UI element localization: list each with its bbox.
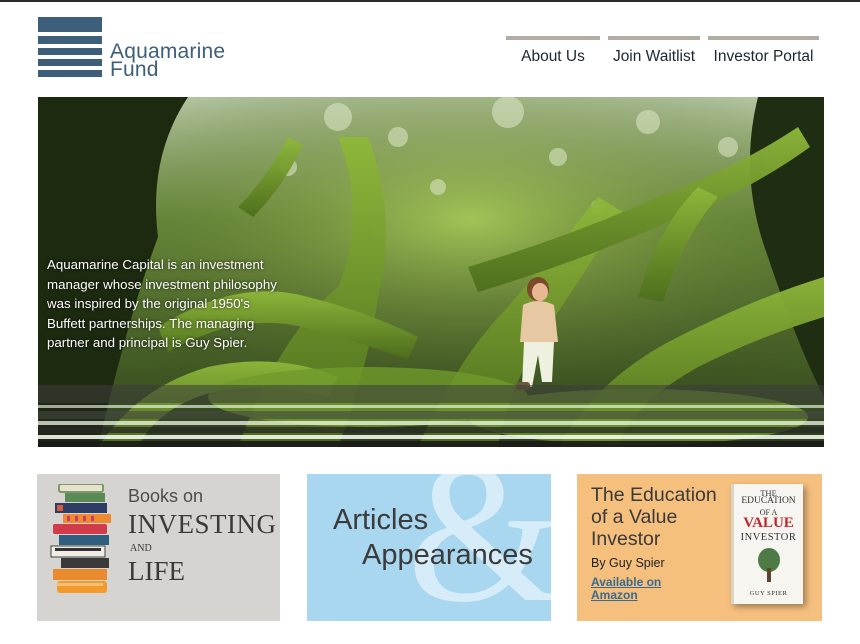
- hero-stripes: [38, 385, 824, 447]
- hero-description: Aquamarine Capital is an investment mana…: [47, 257, 277, 350]
- amazon-link[interactable]: Available on Amazon: [591, 576, 681, 602]
- book-cover-education: EDUCATION: [741, 496, 796, 506]
- hero-banner: Aquamarine Capital is an investment mana…: [38, 97, 824, 447]
- book-cover-image: THE EDUCATION OF A VALUE INVESTOR GUY SP…: [731, 484, 803, 604]
- books-title-line3: AND: [130, 543, 152, 554]
- brand-logo[interactable]: Aquamarine Fund: [38, 17, 238, 83]
- books-title-line1: Books on: [128, 486, 204, 506]
- book-cover-investor: INVESTOR: [740, 532, 797, 543]
- book-cover-tree-icon: [758, 548, 780, 582]
- book-promo-byline: By Guy Spier: [591, 556, 665, 570]
- top-border: [0, 0, 860, 2]
- brand-name: Aquamarine Fund: [110, 41, 225, 81]
- book-cover-value: VALUE: [743, 515, 794, 531]
- nav-about-us[interactable]: About Us: [506, 36, 600, 66]
- articles-title-line1: Articles: [333, 504, 429, 536]
- nav-investor-portal[interactable]: Investor Portal: [708, 36, 819, 66]
- articles-title-line2: Appearances: [362, 539, 533, 571]
- books-title-line2: INVESTING: [128, 509, 277, 539]
- books-title-line4: LIFE: [128, 556, 185, 586]
- books-card[interactable]: Books on INVESTING AND LIFE: [37, 474, 280, 621]
- book-promo-title: The Education of a Value Investor: [591, 484, 717, 550]
- book-stack-icon: [50, 484, 111, 593]
- nav-join-waitlist[interactable]: Join Waitlist: [608, 36, 700, 66]
- main-nav: About Us Join Waitlist Investor Portal: [506, 36, 819, 66]
- logo-stripes-icon: [38, 17, 102, 81]
- articles-card[interactable]: & Articles Appearances: [307, 474, 551, 621]
- book-promo-card[interactable]: The Education of a Value Investor By Guy…: [577, 474, 822, 621]
- brand-name-line2: Fund: [110, 58, 159, 81]
- book-cover-author: GUY SPIER: [749, 590, 788, 597]
